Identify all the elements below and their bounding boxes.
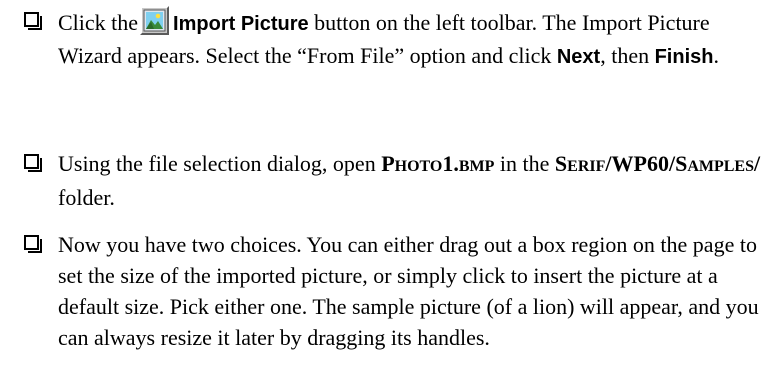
step-text-part: . — [713, 43, 719, 68]
finish-label: Finish — [654, 46, 714, 68]
checkbox-bullet-icon — [24, 235, 42, 253]
checkbox-bullet-icon — [24, 154, 42, 172]
step-text: Now you have two choices. You can either… — [58, 232, 759, 350]
step-text-part: folder. — [58, 185, 115, 210]
folder-path: SERIF/WP60/SAMPLES/ — [555, 151, 760, 176]
folder-path-part: ERIF — [567, 158, 606, 175]
step-text-part: Click the — [58, 10, 139, 35]
folder-path-part: S — [554, 151, 568, 176]
folder-path-part: S — [675, 151, 688, 176]
button-name: Import Picture — [173, 13, 309, 35]
step-text: Click the Import Picture button on the l… — [58, 6, 764, 73]
checkbox-bullet-icon — [24, 12, 42, 30]
folder-path-part: / — [754, 151, 761, 176]
file-name-part: HOTO — [394, 158, 443, 175]
step-text: Using the file selection dialog, open PH… — [58, 148, 764, 213]
step-text-part: , then — [600, 43, 655, 68]
instruction-list: Click the Import Picture button on the l… — [0, 0, 772, 386]
folder-path-part: /WP60/ — [605, 151, 676, 176]
folder-path-part: AMPLES — [687, 158, 754, 175]
file-name-part: 1. — [442, 151, 459, 176]
file-name-part: BMP — [458, 158, 495, 175]
next-label: Next — [556, 46, 601, 68]
step-text-part: in the — [494, 151, 555, 176]
file-name: PHOTO1.BMP — [381, 151, 494, 176]
file-name-part: P — [381, 151, 395, 176]
step-text-part: Using the file selection dialog, open — [58, 151, 382, 176]
import-picture-icon — [140, 6, 170, 35]
